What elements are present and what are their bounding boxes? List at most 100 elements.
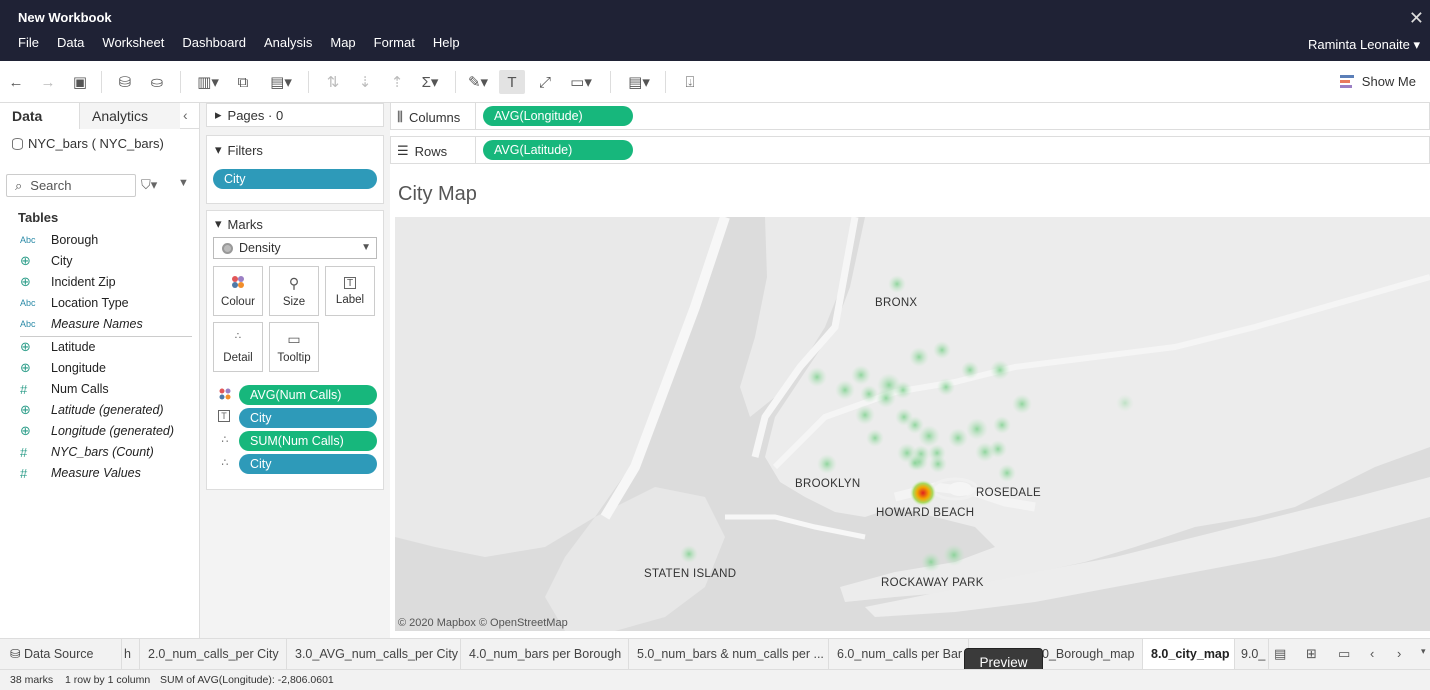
- new-datasource-icon[interactable]: ⛁: [112, 70, 138, 94]
- tab-analytics[interactable]: Analytics: [80, 103, 180, 129]
- map-view[interactable]: BRONX BROOKLYN ROSEDALE HOWARD BEACH STA…: [395, 217, 1430, 631]
- field-latitude-generated[interactable]: ⊕ Latitude (generated): [20, 400, 195, 420]
- field-longitude[interactable]: ⊕ Longitude: [20, 358, 195, 378]
- sort-descending-icon[interactable]: ⇡: [384, 70, 410, 94]
- size-button[interactable]: ⚲ Size: [269, 266, 319, 316]
- globe-icon: ⊕: [20, 402, 31, 417]
- show-hide-cards-icon[interactable]: ▤▾: [622, 70, 656, 94]
- search-icon: ⌕: [15, 177, 23, 193]
- globe-icon: ⊕: [20, 339, 31, 354]
- detail-button[interactable]: ∴ Detail: [213, 322, 263, 372]
- label-button[interactable]: T Label: [325, 266, 375, 316]
- more-tabs-icon[interactable]: ▾: [1421, 646, 1426, 657]
- mark-type-select[interactable]: Density ▼: [213, 237, 377, 259]
- sort-ascending-icon[interactable]: ⇣: [352, 70, 378, 94]
- presentation-icon[interactable]: ⍗: [677, 70, 703, 94]
- clear-sheet-icon[interactable]: ▤▾: [266, 70, 296, 94]
- map-background: [395, 217, 1430, 631]
- tab-data[interactable]: Data: [0, 103, 80, 129]
- scroll-right-icon[interactable]: ›: [1397, 646, 1401, 661]
- data-pane: Data Analytics ‹ NYC_bars ( NYC_bars) ⌕ …: [0, 103, 200, 638]
- colour-button[interactable]: Colour: [213, 266, 263, 316]
- menu-data[interactable]: Data: [57, 35, 84, 55]
- sheet-tab-1[interactable]: h: [122, 639, 140, 669]
- detail-icon: ∴: [221, 457, 229, 469]
- rows-icon: ☰: [397, 143, 409, 158]
- field-longitude-generated[interactable]: ⊕ Longitude (generated): [20, 421, 195, 441]
- field-nyc-bars-count[interactable]: # NYC_bars (Count): [20, 442, 195, 462]
- scroll-left-icon[interactable]: ‹: [1370, 646, 1374, 661]
- detail-icon: ∴: [221, 434, 229, 446]
- menu-worksheet[interactable]: Worksheet: [102, 35, 164, 55]
- marks-pill-city-label[interactable]: City: [239, 408, 377, 428]
- show-me-icon: [1339, 75, 1354, 88]
- highlight-icon[interactable]: ✎▾: [464, 70, 492, 94]
- data-source-tab[interactable]: ⛁ Data Source: [0, 639, 122, 669]
- more-options-icon[interactable]: ▼: [178, 177, 189, 189]
- number-icon: #: [20, 465, 28, 481]
- close-icon[interactable]: ✕: [1409, 8, 1424, 29]
- field-city[interactable]: ⊕ City: [20, 251, 195, 271]
- new-worksheet-icon[interactable]: ▥▾: [194, 70, 222, 94]
- pages-card[interactable]: ▸ Pages · 0: [206, 103, 384, 127]
- field-num-calls[interactable]: # Num Calls: [20, 379, 195, 399]
- tooltip-button[interactable]: ▭ Tooltip: [269, 322, 319, 372]
- new-worksheet-icon[interactable]: ▤: [1274, 646, 1286, 662]
- save-icon[interactable]: ▣: [67, 70, 93, 94]
- user-menu[interactable]: Raminta Leonaite ▾: [1308, 37, 1420, 53]
- string-icon: Abc: [20, 298, 36, 308]
- field-incident-zip[interactable]: ⊕ Incident Zip: [20, 272, 195, 292]
- new-dashboard-icon[interactable]: ⊞: [1306, 646, 1317, 662]
- tables-heading: Tables: [18, 210, 59, 225]
- menu-map[interactable]: Map: [330, 35, 355, 55]
- pause-updates-icon[interactable]: ⛀: [144, 70, 170, 94]
- marks-pill-avg-num-calls[interactable]: AVG(Num Calls): [239, 385, 377, 405]
- sheet-tab-6[interactable]: 6.0_num_calls per Bar: [829, 639, 969, 669]
- rows-pill-avg-latitude[interactable]: AVG(Latitude): [483, 140, 633, 160]
- field-measure-names[interactable]: Abc Measure Names: [20, 314, 195, 334]
- map-label-howard-beach: HOWARD BEACH: [876, 507, 975, 519]
- new-story-icon[interactable]: ▭: [1338, 646, 1350, 662]
- window-title: New Workbook: [18, 10, 112, 25]
- show-labels-icon[interactable]: T: [499, 70, 525, 94]
- undo-icon[interactable]: ←: [3, 70, 29, 94]
- menu-file[interactable]: File: [18, 35, 39, 55]
- field-measure-values[interactable]: # Measure Values: [20, 463, 195, 483]
- marks-pill-sum-num-calls[interactable]: SUM(Num Calls): [239, 431, 377, 451]
- show-me-label: Show Me: [1361, 74, 1416, 89]
- sheet-tab-2[interactable]: 2.0_num_calls_per City: [140, 639, 287, 669]
- search-input[interactable]: ⌕ Search: [6, 174, 136, 197]
- filter-fields-icon[interactable]: ⛉▾: [141, 177, 157, 193]
- filter-pill-city[interactable]: City: [213, 169, 377, 189]
- columns-shelf[interactable]: ⫼ Columns AVG(Longitude): [390, 102, 1430, 130]
- fit-icon[interactable]: ▭▾: [564, 70, 598, 94]
- columns-pill-avg-longitude[interactable]: AVG(Longitude): [483, 106, 633, 126]
- field-borough[interactable]: Abc Borough: [20, 230, 195, 250]
- swap-icon[interactable]: ⇅: [320, 70, 346, 94]
- columns-icon: ⫼: [397, 109, 403, 124]
- menu-format[interactable]: Format: [374, 35, 415, 55]
- datasource-item[interactable]: NYC_bars ( NYC_bars): [12, 136, 164, 151]
- collapse-icon[interactable]: ‹: [183, 107, 188, 123]
- sheet-tab-7[interactable]: 0_Borough_map: [1036, 639, 1143, 669]
- totals-icon[interactable]: Σ▾: [416, 70, 444, 94]
- rows-shelf[interactable]: ☰ Rows AVG(Latitude): [390, 136, 1430, 164]
- field-latitude[interactable]: ⊕ Latitude: [20, 337, 195, 357]
- sheet-tab-5[interactable]: 5.0_num_bars & num_calls per ...: [629, 639, 829, 669]
- sheet-tab-4[interactable]: 4.0_num_bars per Borough: [461, 639, 629, 669]
- map-attribution[interactable]: © 2020 Mapbox © OpenStreetMap: [398, 617, 568, 629]
- redo-icon[interactable]: →: [35, 70, 61, 94]
- menu-help[interactable]: Help: [433, 35, 460, 55]
- sheet-tab-9[interactable]: 9.0_: [1235, 639, 1269, 669]
- marks-pill-city-detail[interactable]: City: [239, 454, 377, 474]
- sheet-tab-8-active[interactable]: 8.0_city_map: [1143, 639, 1235, 669]
- menu-analysis[interactable]: Analysis: [264, 35, 312, 55]
- field-location-type[interactable]: Abc Location Type: [20, 293, 195, 313]
- sheet-tab-3[interactable]: 3.0_AVG_num_calls_per City: [287, 639, 461, 669]
- pages-icon: ▸: [215, 107, 222, 122]
- duplicate-sheet-icon[interactable]: ⧉: [230, 70, 256, 94]
- menu-dashboard[interactable]: Dashboard: [182, 35, 246, 55]
- user-name: Raminta Leonaite: [1307, 37, 1410, 52]
- show-me-button[interactable]: Show Me: [1339, 74, 1416, 89]
- fix-axes-icon[interactable]: ⤢: [532, 70, 558, 94]
